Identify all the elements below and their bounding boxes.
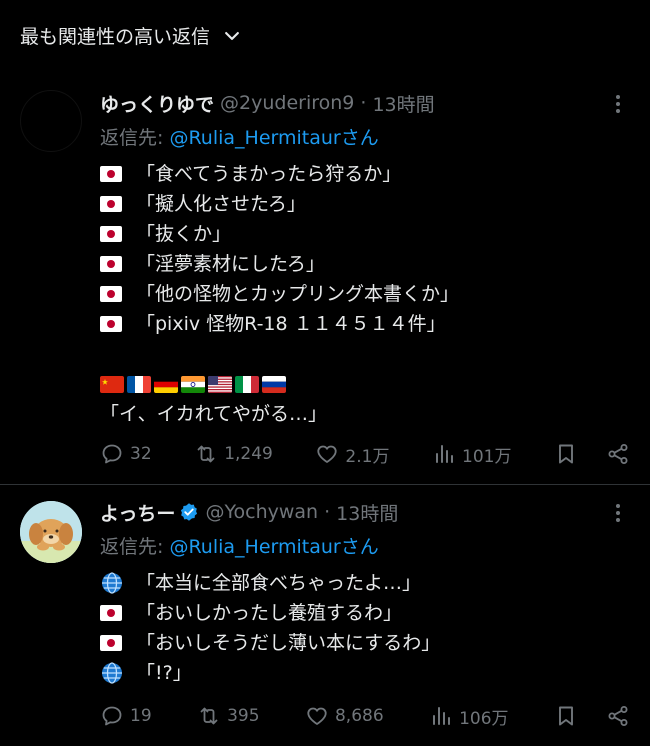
- bookmark-icon: [559, 706, 573, 726]
- japan-flag-icon: [100, 196, 122, 212]
- views-button[interactable]: 101万: [432, 442, 511, 467]
- globe-icon: [102, 662, 122, 684]
- reply-mention-link[interactable]: @Rulia_Hermitaur: [169, 536, 340, 558]
- text-line: 「!?」: [100, 658, 630, 688]
- share-button[interactable]: [606, 704, 630, 728]
- text-line: 「本当に全部食べちゃったよ…」: [100, 568, 630, 598]
- display-name[interactable]: よっちー: [100, 499, 175, 526]
- like-button[interactable]: 8,686: [305, 704, 384, 728]
- views-count: 106万: [459, 708, 509, 729]
- heart-icon: [317, 445, 338, 463]
- timestamp[interactable]: 13時間: [336, 499, 398, 526]
- japan-flag-icon: [100, 226, 122, 242]
- reply-prefix: 返信先:: [100, 127, 170, 149]
- reply-post[interactable]: ゆっくりゆで @2yuderiron9 · 13時間 返信先: @Rulia_H…: [0, 82, 650, 484]
- italy-flag-icon: [235, 375, 259, 393]
- timestamp[interactable]: 13時間: [372, 90, 434, 117]
- japan-flag-icon: [100, 605, 122, 621]
- dog-avatar-icon: [20, 501, 82, 563]
- repost-button[interactable]: 395: [197, 704, 260, 728]
- japan-flag-icon: [100, 256, 122, 272]
- tweet-text: 「本当に全部食べちゃったよ…」 「おいしかったし養殖するわ」 「おいしそうだし薄…: [100, 568, 630, 688]
- text-line: 「抜くか」: [100, 219, 630, 249]
- handle[interactable]: @2yuderiron9: [220, 92, 354, 114]
- repost-icon: [200, 707, 218, 725]
- reply-suffix: さん: [340, 127, 379, 149]
- bookmark-button[interactable]: [554, 442, 578, 466]
- share-button[interactable]: [606, 442, 630, 466]
- text-line: 「おいしそうだし薄い本にするわ」: [100, 628, 630, 658]
- usa-flag-icon: [208, 375, 232, 393]
- avatar[interactable]: [20, 90, 82, 152]
- post-header: よっちー @Yochywan · 13時間: [100, 499, 630, 525]
- tweet-text: 「食べてうまかったら狩るか」 「擬人化させたろ」 「抜くか」 「淫夢素材にしたろ…: [100, 159, 630, 429]
- reply-post[interactable]: よっちー @Yochywan · 13時間 返信先: @Rulia_Hermit…: [0, 484, 650, 746]
- text-line: 「食べてうまかったら狩るか」: [100, 159, 630, 189]
- france-flag-icon: [127, 375, 151, 393]
- china-flag-icon: [100, 375, 124, 393]
- share-icon: [608, 444, 628, 464]
- reply-icon: [102, 706, 122, 726]
- flags-row: [100, 369, 630, 399]
- japan-flag-icon: [100, 635, 122, 651]
- like-count: 8,686: [334, 706, 384, 726]
- reply-prefix: 返信先:: [100, 536, 170, 558]
- views-button[interactable]: 106万: [429, 704, 509, 729]
- repost-icon: [197, 445, 215, 463]
- display-name[interactable]: ゆっくりゆで: [100, 90, 214, 117]
- germany-flag-icon: [154, 375, 178, 393]
- bookmark-button[interactable]: [554, 704, 578, 728]
- russia-flag-icon: [262, 375, 286, 393]
- japan-flag-icon: [100, 316, 122, 332]
- repost-count: 1,249: [224, 444, 273, 464]
- chevron-down-icon: [225, 31, 239, 40]
- repost-count: 395: [227, 706, 260, 726]
- separator-dot: ·: [324, 501, 331, 523]
- action-bar: 19 395 8,686 106万: [100, 701, 630, 731]
- like-count: 2.1万: [345, 446, 390, 467]
- text-line: 「擬人化させたろ」: [100, 189, 630, 219]
- like-button[interactable]: 2.1万: [315, 442, 389, 467]
- verified-badge-icon: [181, 503, 198, 521]
- bookmark-icon: [559, 444, 573, 464]
- views-count: 101万: [462, 446, 512, 467]
- text-line: 「おいしかったし養殖するわ」: [100, 598, 630, 628]
- reply-to-line: 返信先: @Rulia_Hermitaurさん: [100, 123, 630, 149]
- reply-suffix: さん: [340, 536, 379, 558]
- reply-sort-dropdown[interactable]: 最も関連性の高い返信: [20, 22, 242, 49]
- reply-to-line: 返信先: @Rulia_Hermitaurさん: [100, 532, 630, 558]
- analytics-icon: [436, 445, 453, 463]
- text-line: 「イ、イカれてやがる…」: [100, 403, 328, 425]
- post-header: ゆっくりゆで @2yuderiron9 · 13時間: [100, 90, 630, 116]
- reply-count: 32: [130, 444, 152, 464]
- text-line: 「他の怪物とカップリング本書くか」: [100, 279, 630, 309]
- india-flag-icon: [181, 375, 205, 393]
- reply-button[interactable]: 32: [100, 442, 152, 466]
- reply-icon: [102, 444, 122, 464]
- analytics-icon: [433, 707, 451, 725]
- action-bar: 32 1,249 2.1万 101万: [100, 439, 630, 469]
- handle[interactable]: @Yochywan: [205, 501, 318, 523]
- share-icon: [608, 706, 628, 726]
- heart-icon: [307, 707, 327, 725]
- japan-flag-icon: [100, 286, 122, 302]
- globe-icon: [102, 572, 122, 594]
- japan-flag-icon: [100, 166, 122, 182]
- reply-button[interactable]: 19: [100, 704, 152, 728]
- reply-mention-link[interactable]: @Rulia_Hermitaur: [169, 127, 340, 149]
- reply-count: 19: [130, 706, 152, 726]
- separator-dot: ·: [360, 92, 367, 114]
- text-line: 「淫夢素材にしたろ」: [100, 249, 630, 279]
- text-line: 「pixiv 怪物R-18 １１４５１４件」: [100, 309, 630, 339]
- repost-button[interactable]: 1,249: [194, 442, 273, 466]
- sort-label: 最も関連性の高い返信: [20, 26, 211, 48]
- avatar[interactable]: [20, 501, 82, 563]
